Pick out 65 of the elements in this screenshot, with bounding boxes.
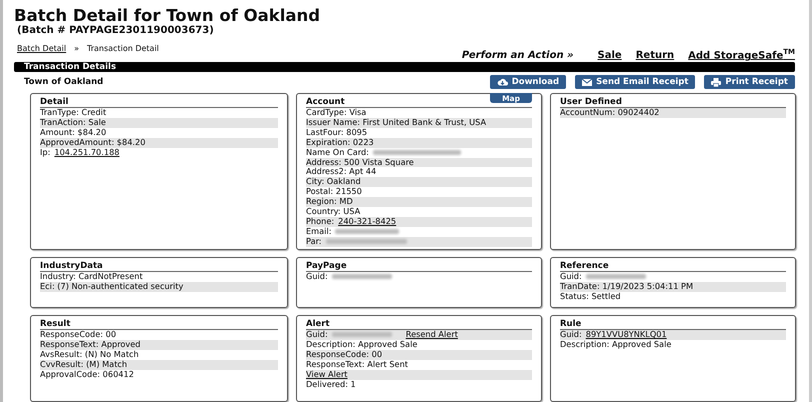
field-text: Eci: (7) Non-authenticated security xyxy=(40,282,184,292)
field-text: Region: MD xyxy=(306,197,353,208)
action-link[interactable]: Sale xyxy=(598,50,622,62)
breadcrumb-link[interactable]: Batch Detail xyxy=(17,44,66,53)
batch-number: (Batch # PAYPAGE2301190003673) xyxy=(17,25,215,37)
field-text: Guid: xyxy=(560,330,582,340)
field-text: Delivered: 1 xyxy=(306,380,356,390)
action-link[interactable]: Add StorageSafe$^{TM}$ xyxy=(688,48,795,62)
field-text: Address2: Apt 44 xyxy=(306,167,376,178)
field-text: Name On Card: xyxy=(306,148,369,158)
panel-title: Detail xyxy=(40,97,278,108)
field-text: City: Oakland xyxy=(306,177,361,188)
field-text: AvsResult: (N) No Match xyxy=(40,350,139,360)
field-text: Guid: xyxy=(306,330,328,340)
panel-title: Reference xyxy=(560,261,786,272)
action-button[interactable]: Download xyxy=(490,75,566,89)
mail-icon xyxy=(582,78,592,86)
field-link[interactable]: 240-321-8425 xyxy=(338,216,396,227)
field-text: Status: Settled xyxy=(560,292,621,302)
field-text: AccountNum: 09024402 xyxy=(560,108,660,118)
page-title: Batch Detail for Town of Oakland xyxy=(14,6,322,25)
field-text: Email: xyxy=(306,226,332,237)
field-text: ResponseCode: 00 xyxy=(306,350,382,360)
action-link[interactable]: Return xyxy=(636,50,674,62)
breadcrumb-current: Transaction Detail xyxy=(87,44,159,53)
field-text: CvvResult: (M) Match xyxy=(40,360,128,370)
breadcrumb-separator: » xyxy=(74,44,80,53)
field-link[interactable]: 89Y1VVU8YNKLQ01 xyxy=(586,330,667,340)
field-text: Phone: xyxy=(306,216,334,227)
field-text: Guid: xyxy=(306,272,328,282)
field-text: Industry: CardNotPresent xyxy=(40,272,143,282)
merchant-name: Town of Oakland xyxy=(24,77,104,87)
resend-link[interactable]: Resend Alert xyxy=(406,330,458,340)
actions-label: Perform an Action » xyxy=(462,50,574,62)
field-text: Guid: xyxy=(560,272,582,282)
field-text: ApprovalCode: 060412 xyxy=(40,370,134,380)
field-text: Description: Approved Sale xyxy=(306,340,418,350)
action-button[interactable]: Print Receipt xyxy=(704,75,795,89)
action-button[interactable]: Send Email Receipt xyxy=(575,75,696,89)
field-text: Postal: 21550 xyxy=(306,187,362,198)
field-text: Address: 500 Vista Square xyxy=(306,158,414,168)
field-text: Ip: xyxy=(40,148,50,158)
field-text: ApprovedAmount: $84.20 xyxy=(40,138,146,148)
section-header-bar: Transaction Details xyxy=(14,62,795,72)
panel-title: Result xyxy=(40,319,278,330)
field-text: Issuer Name: First United Bank & Trust, USA xyxy=(306,118,486,128)
field-link[interactable]: 104.251.70.188 xyxy=(54,148,120,158)
field-text: LastFour: 8095 xyxy=(306,128,368,138)
panel-title: IndustryData xyxy=(40,261,278,272)
field-text: Description: Approved Sale xyxy=(560,340,672,350)
field-text: Country: USA xyxy=(306,207,360,217)
panel-title: PayPage xyxy=(306,261,532,272)
field-text: Par: xyxy=(306,236,322,247)
field-text: TranAction: Sale xyxy=(40,118,106,128)
field-text: ResponseCode: 00 xyxy=(40,330,116,340)
field-link[interactable]: View Alert xyxy=(306,370,348,380)
field-text: ResponseText: Alert Sent xyxy=(306,360,408,370)
field-text: ResponseText: Approved xyxy=(40,340,141,350)
field-text: Amount: $84.20 xyxy=(40,128,106,138)
field-text: TranDate: 1/19/2023 5:04:11 PM xyxy=(560,282,694,292)
cloud-icon xyxy=(496,78,508,86)
field-text: TranType: Credit xyxy=(40,108,106,118)
field-text: CardType: Visa xyxy=(306,108,366,118)
field-text: Expiration: 0223 xyxy=(306,138,374,148)
printer-icon xyxy=(711,78,722,86)
